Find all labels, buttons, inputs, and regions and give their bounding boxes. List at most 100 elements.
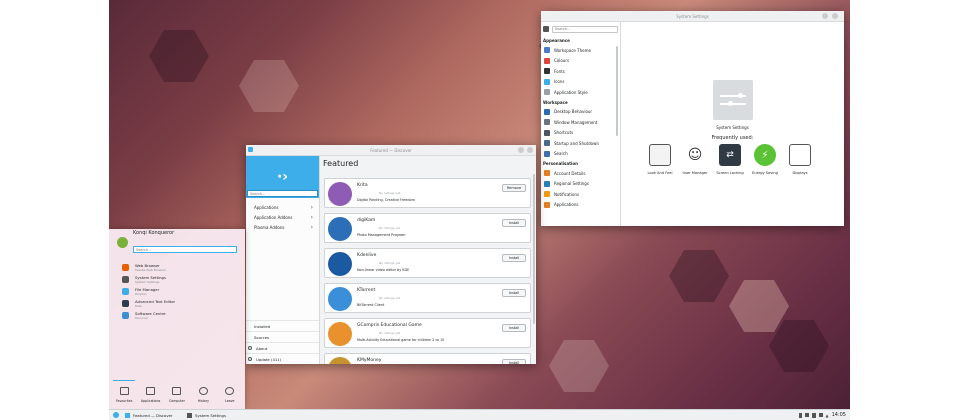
category-label: Search (554, 151, 568, 157)
remove-button[interactable]: Remove (502, 184, 526, 192)
favorite-item[interactable]: System Settings System Settings (109, 273, 245, 285)
app-name: Krita (357, 183, 368, 188)
favorite-item[interactable]: Web Browser Mozilla Web Browser (109, 261, 245, 273)
wallpaper-hex (549, 340, 609, 392)
frequent-label: Screen Locking (716, 171, 744, 175)
network-icon[interactable] (804, 413, 809, 417)
discover-nav-item[interactable]: Plasma Addons › (246, 222, 319, 232)
discover-logo-icon: ·› (276, 169, 289, 185)
applications-icon (146, 387, 156, 395)
task-button[interactable]: System Settings (185, 411, 231, 419)
app-rating: No ratings yet (379, 226, 401, 230)
tray-expand-icon[interactable]: ▲ (826, 413, 829, 418)
launcher-icon[interactable] (113, 412, 119, 418)
settings-category-item[interactable]: Colours (541, 56, 620, 67)
discover-bottom-item[interactable]: Sources (246, 331, 319, 342)
discover-bottom-item[interactable]: Installed (246, 320, 319, 331)
settings-category-item[interactable]: Icons (541, 77, 620, 88)
settings-category-item[interactable]: Search (541, 149, 620, 160)
tab-label: Computer (169, 399, 185, 403)
featured-app-card[interactable]: KMyMoneyNo ratings yetInstall (324, 353, 531, 364)
battery-icon[interactable] (811, 412, 816, 418)
info-icon (248, 346, 252, 350)
nav-label: Application Addons (254, 214, 293, 220)
minimize-icon[interactable] (822, 13, 828, 19)
launcher-tab[interactable]: Computer (164, 387, 190, 403)
computer-icon (172, 387, 182, 395)
settings-search-input[interactable] (552, 25, 618, 33)
install-button[interactable]: Install (502, 254, 526, 262)
frequent-item[interactable]: ⇄ Screen Locking (713, 144, 747, 175)
launcher-search-input[interactable] (133, 246, 237, 253)
launcher-tab[interactable]: Applications (138, 387, 164, 403)
clock[interactable]: 14:05 (832, 412, 846, 418)
hero-label: System Settings (716, 125, 749, 130)
settings-category-item[interactable]: Applications (541, 200, 620, 211)
favourites-icon (119, 387, 129, 395)
settings-category-item[interactable]: Startup and Shutdown (541, 138, 620, 149)
frequent-item[interactable]: ☺ User Manager (678, 144, 712, 175)
frequent-item[interactable]: ⚡ Energy Saving (748, 144, 782, 175)
close-icon[interactable] (527, 147, 533, 153)
settings-category-item[interactable]: Notifications (541, 189, 620, 200)
close-icon[interactable] (832, 13, 838, 19)
favorite-item[interactable]: Software Centre Discover (109, 309, 245, 321)
settings-category-item[interactable]: Fonts (541, 66, 620, 77)
frequent-label: User Manager (682, 171, 708, 175)
settings-titlebar[interactable]: System Settings (541, 11, 844, 22)
favorite-item[interactable]: File Manager Dolphin (109, 285, 245, 297)
featured-app-card[interactable]: KTorrent No ratings yet BitTorrent Client I… (324, 283, 531, 313)
category-icon (544, 47, 550, 54)
featured-app-card[interactable]: Krita No ratings yet Digital Painting, Cre… (324, 178, 531, 208)
bluetooth-icon[interactable] (798, 412, 802, 418)
favorite-item[interactable]: Advanced Text Editor Kate (109, 297, 245, 309)
frequent-item[interactable]: Displays (783, 144, 817, 175)
install-button[interactable]: Install (502, 324, 526, 332)
install-button[interactable]: Install (502, 219, 526, 227)
featured-app-card[interactable]: GCompris Educational Game No ratings yet M… (324, 318, 531, 348)
scrollbar[interactable] (533, 174, 535, 324)
discover-nav-item[interactable]: Applications › (246, 202, 319, 212)
settings-category-item[interactable]: Shortcuts (541, 128, 620, 139)
tab-label: Favourites (115, 399, 133, 403)
featured-heading: Featured (323, 159, 359, 168)
install-button[interactable]: Install (502, 359, 526, 364)
featured-app-card[interactable]: digiKam No ratings yet Photo Management Pr… (324, 213, 531, 243)
system-tray: ▲ 14:05 (798, 412, 846, 418)
minimize-icon[interactable] (518, 147, 524, 153)
launcher-tab[interactable]: Leave (217, 387, 243, 403)
launcher-tab[interactable]: Favourites (111, 387, 137, 403)
featured-app-card[interactable]: Kdenlive No ratings yet Non-linear video e… (324, 248, 531, 278)
scrollbar[interactable] (616, 46, 618, 136)
task-button[interactable]: Featured — Discover (123, 411, 181, 419)
volume-icon[interactable] (818, 413, 823, 417)
avatar[interactable] (117, 236, 128, 248)
favorite-subtitle: Mozilla Web Browser (135, 267, 166, 272)
discover-nav-item[interactable]: Application Addons › (246, 212, 319, 222)
discover-bottom-item[interactable]: Update (411) (246, 353, 319, 364)
settings-category-item[interactable]: Application Style (541, 87, 620, 98)
frequent-item[interactable]: Look And Feel (643, 144, 677, 175)
bottom-nav-label: Installed (254, 323, 271, 329)
frequent-label: Energy Saving (752, 171, 778, 175)
launcher-tab[interactable]: History (190, 387, 216, 403)
settings-category-item[interactable]: Account Details (541, 168, 620, 179)
install-button[interactable]: Install (502, 289, 526, 297)
settings-category-item[interactable]: Window Management (541, 117, 620, 128)
settings-category-item[interactable]: Regional Settings (541, 179, 620, 190)
category-label: Applications (554, 202, 579, 208)
screen-locking-icon: ⇄ (719, 144, 741, 166)
hamburger-menu-icon[interactable] (543, 26, 549, 32)
settings-category-item[interactable]: Desktop Behaviour (541, 107, 620, 118)
leave-icon (225, 387, 235, 395)
discover-search-input[interactable] (247, 190, 318, 197)
discover-bottom-item[interactable]: About (246, 342, 319, 353)
settings-category-item[interactable]: Workspace Theme (541, 45, 620, 56)
category-icon (544, 89, 550, 96)
category-icon (544, 191, 550, 198)
discover-titlebar[interactable]: Featured — Discover (246, 145, 536, 156)
category-label: Account Details (554, 170, 586, 176)
tab-label: Leave (225, 399, 235, 403)
history-icon (198, 387, 208, 395)
application-launcher: Konqi Konqueror Web BrowserMozilla Web B… (109, 229, 245, 409)
